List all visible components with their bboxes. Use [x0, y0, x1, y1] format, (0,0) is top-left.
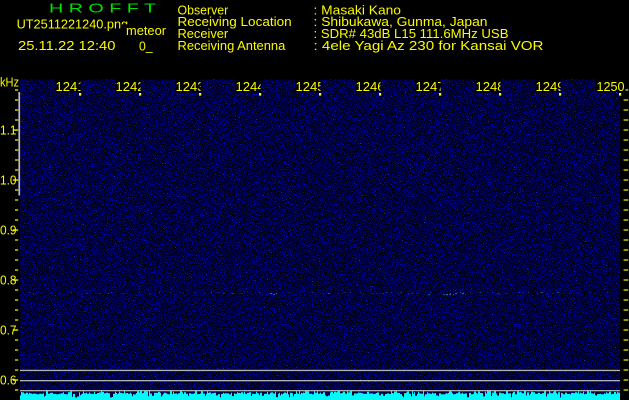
svg-text:0.6: 0.6	[0, 373, 17, 388]
svg-text:1243: 1243	[176, 79, 205, 94]
svg-text:kHz: kHz	[0, 76, 19, 90]
svg-text:1247: 1247	[416, 79, 445, 94]
svg-text:UT2511221240.png: UT2511221240.png	[17, 17, 129, 32]
svg-text:0.9: 0.9	[0, 223, 17, 238]
svg-text:1241: 1241	[56, 79, 85, 94]
svg-text:1246: 1246	[356, 79, 385, 94]
svg-text:1248: 1248	[476, 79, 505, 94]
svg-text:1244: 1244	[236, 79, 265, 94]
svg-text:1245: 1245	[296, 79, 325, 94]
svg-text:1249: 1249	[536, 79, 565, 94]
svg-text:1250: 1250	[597, 79, 625, 94]
svg-text:25.11.22 12:40: 25.11.22 12:40	[18, 38, 116, 53]
svg-text:: 4ele Yagi Az 230 for Kansai: : 4ele Yagi Az 230 for Kansai VOR	[314, 39, 544, 53]
svg-text:1.1: 1.1	[0, 123, 17, 138]
svg-text:0_: 0_	[139, 39, 153, 54]
svg-text:0.8: 0.8	[0, 273, 17, 288]
svg-text:Receiving Antenna: Receiving Antenna	[178, 39, 286, 53]
svg-text:1.0: 1.0	[0, 173, 17, 188]
svg-text:H R O F F T: H R O F F T	[49, 1, 156, 16]
svg-text:meteor: meteor	[126, 23, 167, 38]
svg-text:0.7: 0.7	[0, 323, 17, 338]
svg-text:1242: 1242	[116, 79, 145, 94]
